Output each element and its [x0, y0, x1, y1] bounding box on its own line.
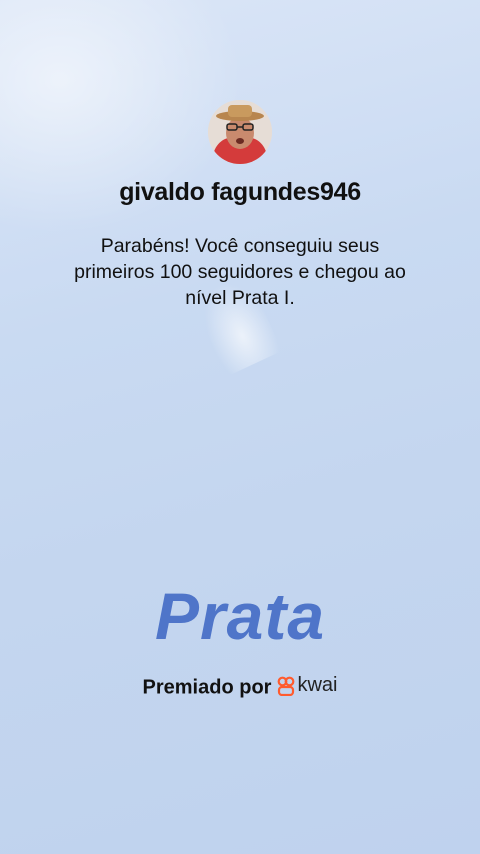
- awarded-by-label: Premiado por: [142, 676, 272, 699]
- brand: kwai: [277, 674, 337, 697]
- avatar[interactable]: [208, 100, 272, 164]
- level-title: Prata: [154, 579, 326, 653]
- awarded-by: Premiado por kwai: [0, 674, 480, 700]
- username: givaldo fagundes946: [119, 178, 361, 206]
- kwai-logo-icon: [278, 676, 295, 696]
- brand-name: kwai: [297, 674, 338, 696]
- congratulations-message: Parabéns! Você conseguiu seus primeiros …: [74, 235, 406, 309]
- avatar-image: [208, 100, 272, 164]
